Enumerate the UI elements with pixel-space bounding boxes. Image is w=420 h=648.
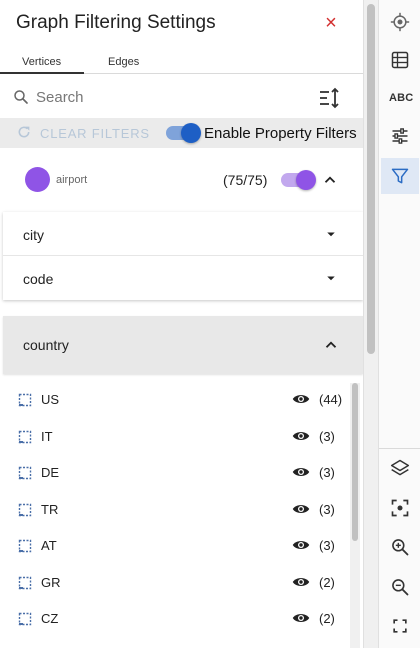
value-name: TR (41, 502, 59, 517)
target-button[interactable] (381, 4, 419, 40)
fullscreen-button[interactable] (381, 608, 419, 644)
value-select-icon[interactable] (18, 576, 32, 590)
zoom-in-button[interactable] (381, 529, 419, 565)
sort-icon[interactable] (318, 86, 342, 110)
eye-icon[interactable] (292, 611, 310, 625)
toggle-knob (181, 123, 201, 143)
vertex-type-name: airport (56, 174, 88, 186)
value-name: DE (41, 465, 60, 480)
value-select-icon[interactable] (18, 503, 32, 517)
app-root: Graph Filtering Settings × Vertices Edge… (0, 0, 420, 648)
property-row-country[interactable]: country (3, 316, 363, 374)
property-filters-toggle[interactable] (166, 123, 201, 143)
layers-icon (390, 459, 410, 476)
tab-edges[interactable]: Edges (108, 56, 139, 68)
values-scrollbar-thumb[interactable] (352, 383, 358, 541)
panel-scrollbar-thumb[interactable] (367, 4, 375, 354)
country-values-list: US (44) IT (3) DE (3) TR (3) AT (3) GR (… (3, 380, 349, 648)
list-item[interactable]: GR (2) (3, 563, 349, 599)
panel-header: Graph Filtering Settings × (0, 0, 363, 50)
zoom-out-button[interactable] (381, 569, 419, 605)
value-name: AT (41, 538, 57, 553)
list-item[interactable]: AT (3) (3, 526, 349, 562)
filter-button[interactable] (381, 158, 419, 194)
eye-icon[interactable] (292, 392, 310, 406)
table-icon (391, 51, 409, 69)
tab-vertices[interactable]: Vertices (22, 56, 61, 68)
caret-down-icon[interactable] (322, 225, 340, 243)
value-count: (3) (319, 538, 335, 553)
close-button[interactable]: × (320, 12, 342, 34)
list-item[interactable]: US (44) (3, 380, 349, 416)
value-count: (44) (319, 392, 343, 407)
value-name: CZ (41, 611, 59, 626)
vertex-type-count: (75/75) (223, 172, 268, 188)
value-count: (2) (319, 611, 335, 626)
layers-button[interactable] (381, 450, 419, 486)
filter-icon (391, 168, 409, 184)
search-input[interactable] (36, 86, 296, 108)
value-count: (2) (319, 575, 335, 590)
sidebar-divider (379, 448, 420, 449)
list-item[interactable]: IT (3) (3, 417, 349, 453)
eye-icon[interactable] (292, 538, 310, 552)
panel-title: Graph Filtering Settings (16, 12, 216, 33)
abc-icon: ABC (389, 92, 414, 104)
vertex-type-row: airport (75/75) (0, 154, 363, 206)
property-row-code[interactable]: code (3, 256, 363, 300)
value-select-icon[interactable] (18, 466, 32, 480)
zoom-out-icon (392, 579, 409, 596)
panel-scrollbar[interactable] (364, 0, 378, 648)
search-bar (0, 80, 363, 114)
values-scrollbar[interactable] (350, 383, 360, 648)
value-count: (3) (319, 429, 335, 444)
tab-bar: Vertices Edges (0, 52, 363, 74)
eye-icon[interactable] (292, 575, 310, 589)
fullscreen-icon (393, 619, 407, 633)
sliders-button[interactable] (381, 118, 419, 154)
chevron-up-icon[interactable] (321, 171, 339, 189)
vertex-type-toggle[interactable] (281, 170, 316, 190)
value-count: (3) (319, 465, 335, 480)
list-item[interactable]: DE (3) (3, 453, 349, 489)
zoom-in-icon (392, 539, 409, 556)
target-icon (390, 12, 410, 32)
property-name: country (23, 337, 69, 353)
value-name: US (41, 392, 60, 407)
tool-sidebar: ABC (378, 0, 420, 648)
value-select-icon[interactable] (18, 430, 32, 444)
abc-button[interactable]: ABC (381, 80, 419, 116)
property-name: code (23, 271, 54, 287)
eye-icon[interactable] (292, 502, 310, 516)
filter-bar: CLEAR FILTERS Enable Property Filters (0, 118, 363, 148)
value-select-icon[interactable] (18, 539, 32, 553)
chevron-up-icon[interactable] (322, 336, 340, 354)
refresh-icon (18, 126, 30, 138)
property-filters-label: Enable Property Filters (204, 125, 357, 142)
caret-down-icon[interactable] (322, 269, 340, 287)
graph-filtering-panel: Graph Filtering Settings × Vertices Edge… (0, 0, 364, 648)
list-item[interactable]: TR (3) (3, 490, 349, 526)
sliders-icon (392, 128, 408, 144)
list-item[interactable]: CZ (2) (3, 599, 349, 635)
toggle-knob (296, 170, 316, 190)
eye-icon[interactable] (292, 465, 310, 479)
vertex-color-dot (25, 167, 50, 192)
eye-icon[interactable] (292, 429, 310, 443)
property-list: city code (3, 212, 363, 300)
property-name: city (23, 227, 44, 243)
focus-button[interactable] (381, 490, 419, 526)
clear-filters-button[interactable]: CLEAR FILTERS (40, 126, 150, 141)
active-tab-indicator (0, 72, 84, 74)
focus-icon (391, 499, 409, 517)
value-name: IT (41, 429, 53, 444)
property-row-city[interactable]: city (3, 212, 363, 256)
table-button[interactable] (381, 42, 419, 78)
search-icon (14, 90, 28, 104)
value-select-icon[interactable] (18, 612, 32, 626)
value-name: GR (41, 575, 61, 590)
value-count: (3) (319, 502, 335, 517)
value-select-icon[interactable] (18, 393, 32, 407)
